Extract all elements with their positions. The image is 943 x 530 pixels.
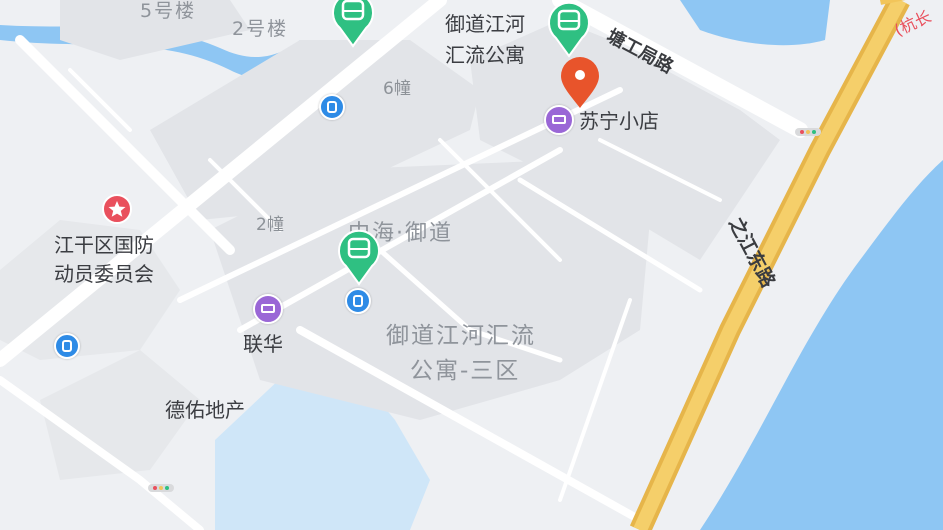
bus-stop-icon[interactable] <box>345 288 371 314</box>
lianhua-label[interactable]: 联华 <box>243 331 283 357</box>
bus-stop-icon[interactable] <box>319 94 345 120</box>
jianggan-defense-label-line1[interactable]: 江干区国防 <box>54 232 154 258</box>
bus-station-pin[interactable] <box>336 226 382 286</box>
shop-pin[interactable] <box>544 105 574 135</box>
building-5-label: 5号楼 <box>140 0 197 22</box>
building-6-label: 6幢 <box>383 79 411 99</box>
traffic-light-icon <box>795 128 821 136</box>
location-pin[interactable] <box>557 56 603 110</box>
shop-pin[interactable] <box>253 294 283 324</box>
yudao-apartment-label-line2: 汇流公寓 <box>445 43 525 67</box>
building-2-label: 2幢 <box>256 215 284 235</box>
zone3-label-line2: 公寓-三区 <box>410 358 521 384</box>
jianggan-defense-label-line2[interactable]: 动员委员会 <box>54 261 154 287</box>
bus-station-pin[interactable] <box>546 0 592 58</box>
suning-store-label[interactable]: 苏宁小店 <box>579 108 659 134</box>
deyou-realestate-label[interactable]: 德佑地产 <box>165 397 245 423</box>
bus-stop-icon[interactable] <box>54 333 80 359</box>
map-view[interactable]: 5号楼 2号楼 御道江河 汇流公寓 6幢 苏宁小店 塘工局路 2幢 中海·御道 … <box>0 0 943 530</box>
bus-station-pin[interactable] <box>330 0 376 48</box>
traffic-light-icon <box>148 484 174 492</box>
building-2-lou-label: 2号楼 <box>232 18 289 40</box>
zone3-label-line1: 御道江河汇流 <box>386 323 536 349</box>
yudao-apartment-label-line1: 御道江河 <box>445 12 525 36</box>
government-star-icon[interactable] <box>102 194 132 224</box>
